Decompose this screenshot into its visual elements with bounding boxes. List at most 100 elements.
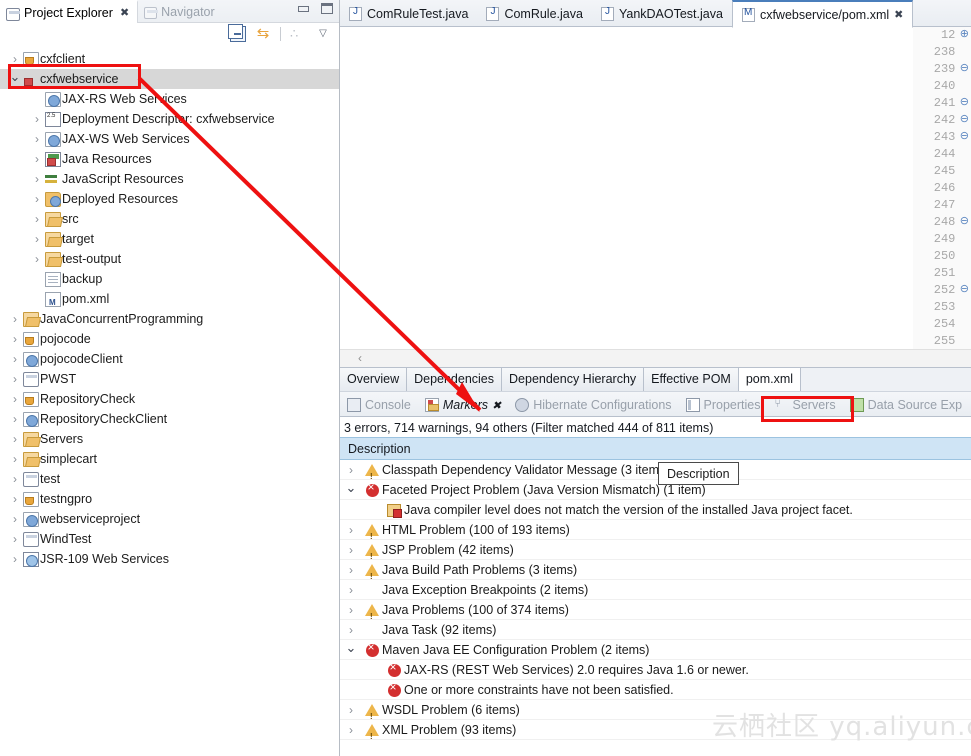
chevron-right-icon[interactable]: ›	[340, 580, 362, 600]
tree-item[interactable]: › RepositoryCheck	[0, 389, 339, 412]
tree-item[interactable]: › JAX-WS Web Services	[0, 129, 339, 149]
maximize-icon[interactable]	[321, 3, 333, 14]
chevron-right-icon[interactable]: ›	[8, 429, 22, 449]
marker-row[interactable]: One or more constraints have not been sa…	[340, 680, 971, 700]
marker-row[interactable]: › Java Problems (100 of 374 items)	[340, 600, 971, 627]
tree-item[interactable]: › test-output	[0, 249, 339, 269]
tree-item[interactable]: › cxfclient	[0, 49, 339, 72]
fold-expand-icon[interactable]: ⊕	[957, 27, 971, 44]
view-menu-dots-icon[interactable]: ∴	[290, 26, 306, 42]
editor-tab[interactable]: ComRuleTest.java	[340, 0, 477, 27]
fold-collapse-icon[interactable]: ⊖	[957, 214, 971, 231]
tree-item[interactable]: › JSR-109 Web Services	[0, 549, 339, 569]
marker-row[interactable]: › Java Task (92 items)	[340, 620, 971, 640]
editor-tab[interactable]: ComRule.java	[477, 0, 592, 27]
tree-item[interactable]: › pojocode	[0, 329, 339, 352]
collapse-all-icon[interactable]	[228, 24, 246, 42]
marker-row[interactable]: Java compiler level does not match the v…	[340, 500, 971, 520]
chevron-right-icon[interactable]: ›	[8, 549, 22, 569]
pom-editor-tab[interactable]: pom.xml	[738, 368, 802, 392]
chevron-right-icon[interactable]: ›	[8, 509, 22, 529]
fold-collapse-icon[interactable]: ⊖	[957, 112, 971, 129]
chevron-right-icon[interactable]: ›	[30, 169, 44, 189]
project-tree[interactable]: › cxfclient ⌄ cxfwebservice JAX-RS Web Servi…	[0, 47, 339, 754]
marker-row[interactable]: › Classpath Dependency Validator Message …	[340, 460, 971, 487]
tree-item[interactable]: › src	[0, 209, 339, 229]
chevron-right-icon[interactable]: ›	[340, 540, 362, 560]
tab-project-explorer[interactable]: Project Explorer ✖	[0, 0, 139, 23]
chevron-right-icon[interactable]: ›	[8, 309, 22, 329]
chevron-right-icon[interactable]: ›	[8, 49, 22, 69]
markers-tree[interactable]: › Classpath Dependency Validator Message …	[340, 460, 971, 747]
editor-tab[interactable]: YankDAOTest.java	[592, 0, 732, 27]
chevron-right-icon[interactable]: ›	[30, 249, 44, 269]
tree-item[interactable]: ⌄ cxfwebservice	[0, 69, 339, 89]
pom-editor-tab[interactable]: Dependency Hierarchy	[502, 368, 645, 392]
tree-item[interactable]: › pojocodeClient	[0, 349, 339, 369]
pom-editor-tab[interactable]: Effective POM	[644, 368, 739, 392]
chevron-right-icon[interactable]: ›	[30, 129, 44, 149]
marker-row[interactable]: › HTML Problem (100 of 193 items)	[340, 520, 971, 547]
chevron-right-icon[interactable]: ›	[8, 409, 22, 429]
chevron-right-icon[interactable]: ›	[340, 520, 362, 540]
chevron-right-icon[interactable]: ›	[340, 560, 362, 580]
minimize-icon[interactable]	[298, 5, 309, 12]
chevron-down-icon[interactable]: ▽	[315, 26, 331, 42]
bottom-view-tab[interactable]: Hibernate Configurations	[508, 392, 678, 418]
chevron-right-icon[interactable]: ›	[8, 349, 22, 369]
tree-item[interactable]: › test	[0, 469, 339, 489]
chevron-right-icon[interactable]: ›	[8, 489, 22, 509]
markers-column-header[interactable]: Description	[340, 437, 971, 460]
marker-row[interactable]: › XML Problem (93 items)	[340, 720, 971, 747]
fold-collapse-icon[interactable]: ⊖	[957, 61, 971, 78]
editor-tab[interactable]: cxfwebservice/pom.xml ✖	[731, 0, 914, 28]
tree-item[interactable]: › simplecart	[0, 449, 339, 469]
tab-navigator[interactable]: Navigator	[138, 0, 223, 23]
marker-row[interactable]: ⌄Faceted Project Problem (Java Version M…	[340, 480, 971, 500]
chevron-right-icon[interactable]: ›	[30, 109, 44, 129]
close-icon[interactable]: ✖	[492, 399, 501, 412]
tree-item[interactable]: › testngpro	[0, 489, 339, 512]
fold-collapse-icon[interactable]: ⊖	[957, 129, 971, 146]
scroll-left-icon[interactable]: ‹	[358, 351, 362, 365]
bottom-view-tab[interactable]: Data Source Exp	[843, 392, 970, 418]
tree-item[interactable]: › RepositoryCheckClient	[0, 409, 339, 429]
fold-collapse-icon[interactable]: ⊖	[957, 95, 971, 112]
editor-horizontal-scrollbar[interactable]: ‹	[340, 349, 971, 367]
tree-item[interactable]: pom.xml	[0, 289, 339, 313]
tree-item[interactable]: backup	[0, 269, 339, 289]
tree-item[interactable]: › Servers	[0, 429, 339, 449]
fold-collapse-icon[interactable]: ⊖	[957, 282, 971, 299]
chevron-right-icon[interactable]: ›	[340, 600, 362, 620]
chevron-right-icon[interactable]: ›	[340, 460, 362, 480]
marker-row[interactable]: ⌄ Maven Java EE Configuration Problem (2 …	[340, 640, 971, 660]
tree-item[interactable]: › Deployed Resources	[0, 189, 339, 209]
tree-item[interactable]: › Java Resources	[0, 149, 339, 169]
tree-item[interactable]: › Deployment Descriptor: cxfwebservice	[0, 106, 339, 129]
bottom-view-tab[interactable]: Properties	[679, 392, 768, 418]
marker-row[interactable]: › JSP Problem (42 items)	[340, 540, 971, 567]
marker-row[interactable]: JAX-RS (REST Web Services) 2.0 requires …	[340, 660, 971, 680]
chevron-right-icon[interactable]: ›	[8, 529, 22, 549]
xml-source-editor[interactable]: 12⊕ <dependencies>238 239⊖ <build>240 <fi…	[913, 27, 971, 349]
chevron-right-icon[interactable]: ›	[8, 329, 22, 349]
chevron-right-icon[interactable]: ›	[30, 229, 44, 249]
chevron-right-icon[interactable]: ›	[8, 469, 22, 489]
bottom-view-tab[interactable]: Markers ✖	[418, 392, 508, 418]
tree-item[interactable]: › JavaConcurrentProgramming	[0, 309, 339, 329]
chevron-down-icon[interactable]: ⌄	[340, 480, 362, 495]
chevron-right-icon[interactable]: ›	[340, 720, 362, 740]
bottom-view-tab[interactable]: ⑂ Servers	[768, 392, 843, 418]
chevron-right-icon[interactable]: ›	[8, 389, 22, 409]
chevron-right-icon[interactable]: ›	[30, 149, 44, 169]
tree-item[interactable]: › JavaScript Resources	[0, 169, 339, 189]
link-with-editor-icon[interactable]: ⇆	[255, 26, 271, 42]
chevron-down-icon[interactable]: ⌄	[340, 640, 362, 655]
marker-row[interactable]: › WSDL Problem (6 items)	[340, 700, 971, 727]
chevron-right-icon[interactable]: ›	[340, 700, 362, 720]
pom-editor-tab[interactable]: Overview	[340, 368, 408, 392]
tree-item[interactable]: › WindTest	[0, 529, 339, 549]
marker-row[interactable]: › Java Build Path Problems (3 items)	[340, 560, 971, 587]
close-icon[interactable]: ✖	[894, 8, 903, 21]
tree-item[interactable]: › target	[0, 229, 339, 249]
